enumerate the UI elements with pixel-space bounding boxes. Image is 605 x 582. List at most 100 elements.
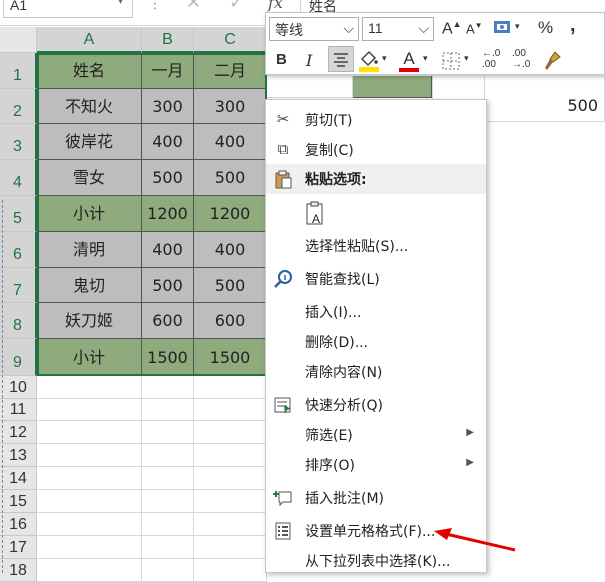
name-box[interactable]: A1 xyxy=(3,0,133,18)
borders-button[interactable] xyxy=(441,51,461,71)
row-header-1[interactable]: 1 xyxy=(0,53,37,89)
cell-a2[interactable]: 不知火 xyxy=(37,89,142,124)
cell-a12[interactable] xyxy=(37,421,142,444)
cell-a10[interactable] xyxy=(37,376,142,399)
cell-b18[interactable] xyxy=(142,559,194,582)
row-header-9[interactable]: 9 xyxy=(0,339,37,376)
menu-item-paste-special[interactable]: 选择性粘贴(S)... xyxy=(266,231,486,261)
row-header-3[interactable]: 3 xyxy=(0,124,37,160)
cell-c12[interactable] xyxy=(194,421,267,444)
cell-a1[interactable]: 姓名 xyxy=(37,53,142,89)
row-header-5[interactable]: 5 xyxy=(0,196,37,232)
cell-g2[interactable]: 500 xyxy=(485,76,605,122)
row-header-15[interactable]: 15 xyxy=(0,490,37,513)
cell-b5[interactable]: 1200 xyxy=(142,196,194,232)
menu-item-quick-analysis[interactable]: 快速分析(Q) xyxy=(266,390,486,420)
cell-c9[interactable]: 1500 xyxy=(194,339,267,376)
cell-a6[interactable]: 清明 xyxy=(37,232,142,268)
row-header-6[interactable]: 6 xyxy=(0,232,37,268)
cell-a3[interactable]: 彼岸花 xyxy=(37,124,142,160)
cell-b6[interactable]: 400 xyxy=(142,232,194,268)
menu-item-smart-lookup[interactable]: 智能查找(L) xyxy=(266,264,486,294)
row-header-17[interactable]: 17 xyxy=(0,536,37,559)
cell-c2[interactable]: 300 xyxy=(194,89,267,124)
row-header-2[interactable]: 2 xyxy=(0,89,37,124)
cell-a17[interactable] xyxy=(37,536,142,559)
menu-item-insert[interactable]: 插入(I)... xyxy=(266,297,486,327)
chevron-down-icon[interactable]: ▾ xyxy=(382,53,387,64)
partial-cell-e2[interactable] xyxy=(353,76,432,98)
row-header-18[interactable]: 18 xyxy=(0,559,37,582)
decrease-decimal-button[interactable]: .00 →.0 xyxy=(512,48,530,70)
row-header-13[interactable]: 13 xyxy=(0,444,37,467)
cell-c4[interactable]: 500 xyxy=(194,160,267,196)
cell-a8[interactable]: 妖刀姬 xyxy=(37,303,142,339)
cell-b9[interactable]: 1500 xyxy=(142,339,194,376)
cell-b2[interactable]: 300 xyxy=(142,89,194,124)
insert-function-button[interactable]: fx xyxy=(268,0,283,12)
cell-c8[interactable]: 600 xyxy=(194,303,267,339)
cell-b14[interactable] xyxy=(142,467,194,490)
cell-b13[interactable] xyxy=(142,444,194,467)
cell-c11[interactable] xyxy=(194,399,267,421)
row-header-8[interactable]: 8 xyxy=(0,303,37,339)
percent-style-button[interactable]: % xyxy=(538,18,553,38)
format-painter-button[interactable] xyxy=(542,50,562,72)
increase-decimal-button[interactable]: ←.0.00 xyxy=(482,48,500,70)
row-header-10[interactable]: 10 xyxy=(0,376,37,399)
chevron-down-icon[interactable]: ▾ xyxy=(464,53,469,64)
cell-b8[interactable]: 600 xyxy=(142,303,194,339)
fill-color-button[interactable] xyxy=(358,49,380,73)
cell-a11[interactable] xyxy=(37,399,142,421)
cell-c3[interactable]: 400 xyxy=(194,124,267,160)
cell-c1[interactable]: 二月 xyxy=(194,53,267,89)
font-size-dropdown[interactable]: 11 ⌵ xyxy=(362,17,434,41)
cell-b16[interactable] xyxy=(142,513,194,536)
cell-c16[interactable] xyxy=(194,513,267,536)
chevron-down-icon[interactable]: ▾ xyxy=(423,53,428,64)
cell-b7[interactable]: 500 xyxy=(142,268,194,303)
cell-c10[interactable] xyxy=(194,376,267,399)
cell-a16[interactable] xyxy=(37,513,142,536)
font-name-dropdown[interactable]: 等线 ⌵ xyxy=(269,17,359,41)
column-header-b[interactable]: B xyxy=(142,27,194,53)
cell-b1[interactable]: 一月 xyxy=(142,53,194,89)
cancel-entry-icon[interactable]: ✕ xyxy=(186,0,201,13)
column-header-c[interactable]: C xyxy=(194,27,267,53)
bold-button[interactable]: B xyxy=(276,51,287,68)
menu-item-cut[interactable]: ✂ 剪切(T) xyxy=(266,105,486,135)
cell-c15[interactable] xyxy=(194,490,267,513)
cell-a18[interactable] xyxy=(37,559,142,582)
cell-c18[interactable] xyxy=(194,559,267,582)
cell-b12[interactable] xyxy=(142,421,194,444)
row-header-11[interactable]: 11 xyxy=(0,399,37,421)
cell-c13[interactable] xyxy=(194,444,267,467)
menu-item-delete[interactable]: 删除(D)... xyxy=(266,327,486,357)
comma-style-button[interactable]: , xyxy=(570,14,576,37)
column-header-a[interactable]: A xyxy=(37,27,142,53)
cell-a13[interactable] xyxy=(37,444,142,467)
confirm-entry-icon[interactable]: ✓ xyxy=(229,0,244,13)
cell-a4[interactable]: 雪女 xyxy=(37,160,142,196)
shrink-font-button[interactable]: A▼ xyxy=(466,21,483,36)
row-header-4[interactable]: 4 xyxy=(0,160,37,196)
menu-item-copy[interactable]: ⧉ 复制(C) xyxy=(266,135,486,165)
cell-c14[interactable] xyxy=(194,467,267,490)
cell-b17[interactable] xyxy=(142,536,194,559)
menu-item-filter[interactable]: 筛选(E) ▶ xyxy=(266,420,486,450)
cell-c7[interactable]: 500 xyxy=(194,268,267,303)
cell-a9[interactable]: 小计 xyxy=(37,339,142,376)
row-header-14[interactable]: 14 xyxy=(0,467,37,490)
menu-item-paste-keep[interactable]: A xyxy=(266,197,486,231)
row-header-12[interactable]: 12 xyxy=(0,421,37,444)
cell-a5[interactable]: 小计 xyxy=(37,196,142,232)
chevron-down-icon[interactable]: ▾ xyxy=(515,21,520,32)
menu-item-clear-contents[interactable]: 清除内容(N) xyxy=(266,357,486,387)
menu-item-insert-comment[interactable]: 插入批注(M) xyxy=(266,483,486,513)
cell-a7[interactable]: 鬼切 xyxy=(37,268,142,303)
cell-c6[interactable]: 400 xyxy=(194,232,267,268)
cell-b15[interactable] xyxy=(142,490,194,513)
center-align-button[interactable] xyxy=(328,46,354,72)
font-color-button[interactable]: A xyxy=(399,49,419,73)
grow-font-button[interactable]: A▲ xyxy=(442,19,462,38)
